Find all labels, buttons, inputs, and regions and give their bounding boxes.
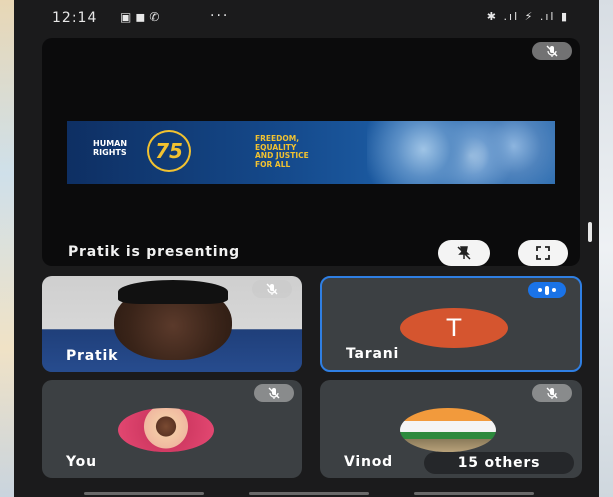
mic-off-icon xyxy=(532,384,572,402)
presentation-tile[interactable]: HUMAN RIGHTS 75 FREEDOM, EQUALITY AND JU… xyxy=(42,38,580,266)
unpin-button[interactable] xyxy=(438,240,490,266)
participant-tile-tarani[interactable]: T Tarani xyxy=(320,276,582,372)
background-right xyxy=(599,0,613,497)
background-left xyxy=(0,0,14,497)
call-icon: ✆ xyxy=(149,10,164,24)
others-count-button[interactable]: 15 others xyxy=(424,452,574,474)
participant-tile-you[interactable]: You xyxy=(42,380,302,478)
pratik-hair-image xyxy=(118,280,228,304)
fullscreen-button[interactable] xyxy=(518,240,568,266)
avatar xyxy=(400,408,496,452)
avatar: T xyxy=(400,308,508,348)
status-notification-icons: ▣◼✆ xyxy=(120,10,163,24)
participant-tile-pratik[interactable]: Pratik xyxy=(42,276,302,372)
participant-name: Pratik xyxy=(66,348,119,364)
fullscreen-icon xyxy=(536,246,550,260)
status-signal-icons: ✱ .ıl ⚡ .ıl ▮ xyxy=(486,10,569,23)
nav-bar-segment xyxy=(414,492,534,495)
mic-off-icon xyxy=(252,280,292,298)
banner-slogan-text: FREEDOM, EQUALITY AND JUSTICE FOR ALL xyxy=(255,134,309,169)
nav-bar-segment xyxy=(249,492,369,495)
status-time: 12:14 xyxy=(52,10,98,26)
speaking-indicator-icon xyxy=(528,282,566,298)
status-more-icon: ··· xyxy=(210,8,230,24)
scrollbar[interactable] xyxy=(588,222,592,242)
participant-tile-vinod[interactable]: Vinod 15 others xyxy=(320,380,582,478)
banner-faces-image xyxy=(367,121,555,184)
avatar xyxy=(118,408,214,452)
phone-screen: 12:14 ▣◼✆ ··· ✱ .ıl ⚡ .ıl ▮ HUMAN RIGHTS… xyxy=(14,0,599,497)
presenting-label: Pratik is presenting xyxy=(68,244,240,260)
mic-off-icon xyxy=(254,384,294,402)
mic-off-icon xyxy=(532,42,572,60)
participant-name: You xyxy=(66,454,97,470)
status-bar: 12:14 ▣◼✆ ··· ✱ .ıl ⚡ .ıl ▮ xyxy=(14,0,599,34)
image-icon: ▣ xyxy=(120,10,136,24)
participant-name: Vinod xyxy=(344,454,393,470)
presentation-banner: HUMAN RIGHTS 75 FREEDOM, EQUALITY AND JU… xyxy=(67,121,555,184)
unpin-icon xyxy=(457,246,471,260)
banner-human-rights-text: HUMAN RIGHTS xyxy=(93,139,128,157)
banner-75-logo: 75 xyxy=(147,130,191,172)
facebook-icon: ◼ xyxy=(135,10,150,24)
participant-name: Tarani xyxy=(346,346,400,362)
nav-bar-segment xyxy=(84,492,204,495)
